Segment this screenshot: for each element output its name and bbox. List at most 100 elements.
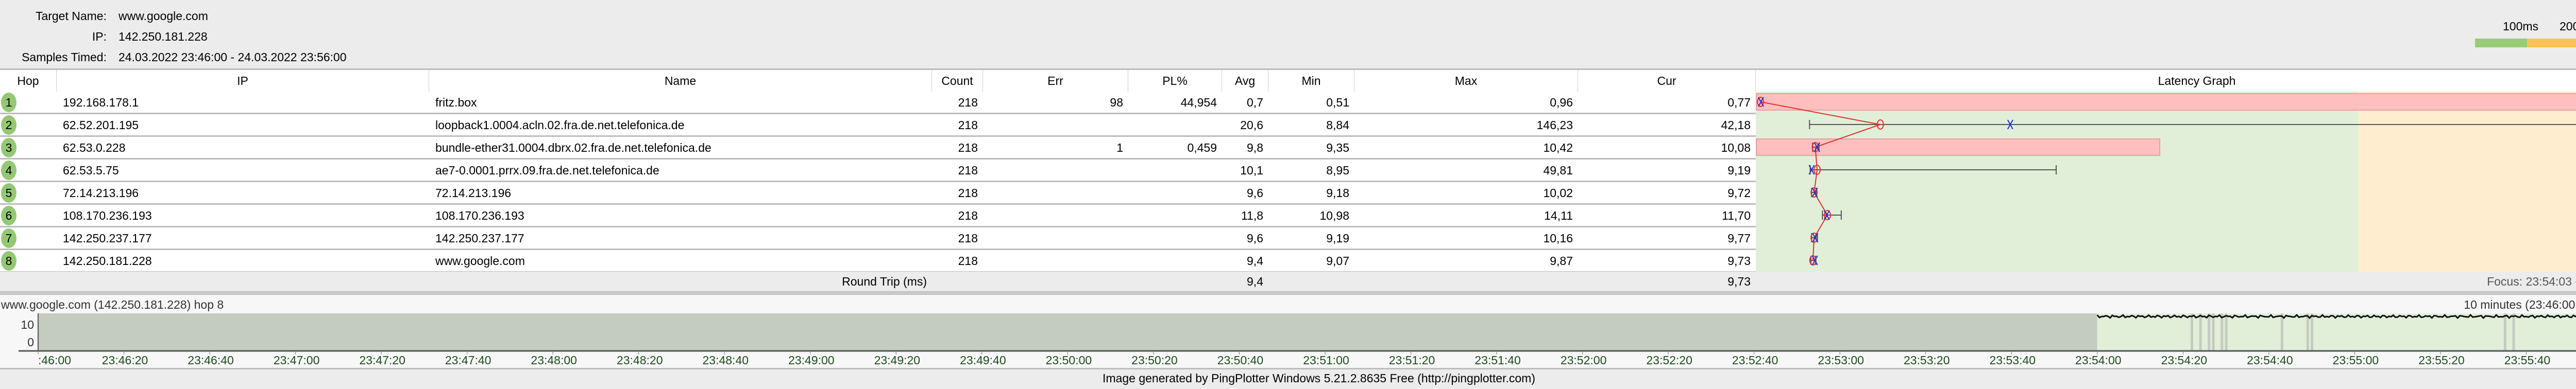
timeline-x-label: 23:48:20 — [617, 353, 663, 367]
hop-number-badge: 1 — [1, 93, 16, 112]
table-row[interactable]: 6 108.170.236.193 108.170.236.193 218 11,8 10… — [0, 205, 1756, 227]
cell-avg: 9,4 — [1247, 254, 1263, 268]
cell-avg: 10,1 — [1240, 164, 1263, 177]
column-header-hop[interactable]: Hop — [0, 70, 57, 92]
cell-min: 9,19 — [1326, 232, 1349, 245]
timeline-x-label: 23:55:20 — [2418, 353, 2465, 367]
timeline-x-label: 23:52:40 — [1732, 353, 1778, 367]
cell-max: 10,02 — [1543, 186, 1573, 200]
timeline-x-label: 23:54:00 — [2075, 353, 2122, 367]
cell-err — [983, 205, 1128, 226]
cell-cur: 9,19 — [1727, 164, 1751, 177]
timeline-x-label: 23:50:20 — [1131, 353, 1178, 367]
cell-min: 0,51 — [1326, 96, 1349, 109]
cell-avg: 9,6 — [1247, 186, 1263, 200]
timeline-y-tick: 10 — [21, 318, 34, 331]
cell-ip: 72.14.213.196 — [63, 186, 139, 200]
hop-number-badge: 5 — [1, 183, 16, 203]
cell-count: 218 — [958, 118, 978, 132]
packet-loss-bar — [1756, 93, 2576, 111]
column-header-avg[interactable]: Avg — [1222, 70, 1268, 92]
cell-cur: 42,18 — [1721, 118, 1751, 132]
timeline-x-label: 23:47:20 — [359, 353, 405, 367]
cell-name: ae7-0.0001.prrx.09.fra.de.net.telefonica… — [435, 164, 659, 177]
cell-min: 9,07 — [1326, 254, 1349, 268]
footer-credit: Image generated by PingPlotter Windows 5… — [1103, 372, 1535, 385]
hop-number-badge: 4 — [1, 161, 16, 180]
cell-cur: 10,08 — [1721, 141, 1751, 154]
timeline-chart[interactable]: 1001:46:0023:46:2023:46:4023:47:0023:47:… — [0, 295, 2576, 368]
timeline-x-label: 23:51:00 — [1303, 353, 1349, 367]
timeline-loss-stripe — [2280, 313, 2283, 350]
timeline-x-label: 23:48:00 — [531, 353, 577, 367]
hop-number-badge: 6 — [1, 206, 16, 225]
column-header-pl[interactable]: PL% — [1128, 70, 1222, 92]
cell-ip: 192.168.178.1 — [63, 96, 139, 109]
cell-avg: 9,8 — [1247, 141, 1263, 154]
hop-number-badge: 2 — [1, 115, 16, 135]
timeline-loss-stripe — [2503, 313, 2506, 350]
cell-max: 146,23 — [1536, 118, 1573, 132]
table-header: Hop IP Name Count Err PL% Avg Min Max Cu… — [0, 68, 2576, 93]
cell-max: 14,11 — [1544, 209, 1573, 222]
latency-graph — [1756, 92, 2576, 272]
timeline-x-label: 23:47:40 — [445, 353, 492, 367]
timeline-x-label: 23:50:00 — [1046, 353, 1092, 367]
cell-count: 218 — [958, 209, 978, 222]
hop-number-badge: 8 — [1, 251, 16, 271]
cell-name: loopback1.0004.acln.02.fra.de.net.telefo… — [435, 118, 685, 132]
cell-name: www.google.com — [435, 254, 525, 268]
cell-pl — [1128, 160, 1222, 181]
table-row[interactable]: 7 142.250.237.177 142.250.237.177 218 9,6 9,1… — [0, 227, 1756, 250]
column-header-count[interactable]: Count — [932, 70, 983, 92]
cell-count: 218 — [958, 141, 978, 154]
ip-value: 142.250.181.228 — [118, 30, 208, 43]
legend-swatch — [2527, 39, 2576, 47]
table-row[interactable]: 2 62.52.201.195 loopback1.0004.acln.02.fra… — [0, 114, 1756, 137]
cell-pl — [1128, 227, 1222, 249]
table-row[interactable]: 3 62.53.0.228 bundle-ether31.0004.dbrx.02.… — [0, 137, 1756, 160]
column-header-cur[interactable]: Cur — [1578, 70, 1756, 92]
table-row[interactable]: 8 142.250.181.228 www.google.com 218 9,4 9,07… — [0, 250, 1756, 273]
column-header-max[interactable]: Max — [1354, 70, 1578, 92]
cell-pl — [1128, 205, 1222, 226]
timeline-x-label: 23:49:00 — [788, 353, 835, 367]
graph-zone-warn — [2358, 92, 2576, 272]
table-row[interactable]: 4 62.53.5.75 ae7-0.0001.prrx.09.fra.de.net… — [0, 160, 1756, 182]
timeline-panel[interactable]: www.google.com (142.250.181.228) hop 8 1… — [0, 293, 2576, 369]
target-name-value: www.google.com — [118, 9, 208, 23]
hop-number-badge: 7 — [1, 228, 16, 248]
column-header-err[interactable]: Err — [983, 70, 1128, 92]
cell-err — [983, 160, 1128, 181]
timeline-x-label: 23:53:00 — [1818, 353, 1864, 367]
cell-cur: 11,70 — [1722, 209, 1751, 222]
cell-avg: 11,8 — [1241, 209, 1263, 222]
table-row[interactable]: 5 72.14.213.196 72.14.213.196 218 9,6 9,18 10,… — [0, 182, 1756, 205]
timeline-x-label: 23:46:20 — [102, 353, 148, 367]
round-trip-label: Round Trip (ms) — [842, 275, 927, 288]
cell-pl — [1128, 250, 1222, 271]
cell-min: 8,95 — [1326, 164, 1349, 177]
cell-max: 9,87 — [1550, 254, 1573, 268]
cell-count: 218 — [958, 232, 978, 245]
column-header-name[interactable]: Name — [429, 70, 932, 92]
timeline-x-label: 23:52:20 — [1646, 353, 1692, 367]
round-trip-cur: 9,73 — [1727, 275, 1751, 288]
column-header-ip[interactable]: IP — [57, 70, 429, 92]
timeline-x-label: 23:47:00 — [274, 353, 320, 367]
timeline-x-label: :46:00 — [38, 353, 71, 367]
cell-cur: 9,72 — [1727, 186, 1751, 200]
focus-range: Focus: 23:54:03 - 23:56:00 — [2487, 275, 2576, 288]
column-header-latency-graph[interactable]: Latency Graph — [1756, 70, 2576, 92]
cell-max: 0,96 — [1550, 96, 1573, 109]
timeline-y-tick: 0 — [27, 335, 34, 349]
column-header-min[interactable]: Min — [1268, 70, 1354, 92]
table-row[interactable]: 1 192.168.178.1 fritz.box 218 98 44,954 0,7 0,5… — [0, 92, 1756, 114]
samples-value: 24.03.2022 23:46:00 - 24.03.2022 23:56:0… — [118, 50, 347, 64]
timeline-loss-stripe — [2512, 313, 2515, 350]
timeline-x-label: 23:53:40 — [1990, 353, 2036, 367]
timeline-loss-stripe — [2212, 313, 2215, 350]
cell-min: 9,35 — [1326, 141, 1349, 154]
samples-label: Samples Timed: — [22, 50, 107, 64]
cell-err: 1 — [1116, 141, 1123, 154]
